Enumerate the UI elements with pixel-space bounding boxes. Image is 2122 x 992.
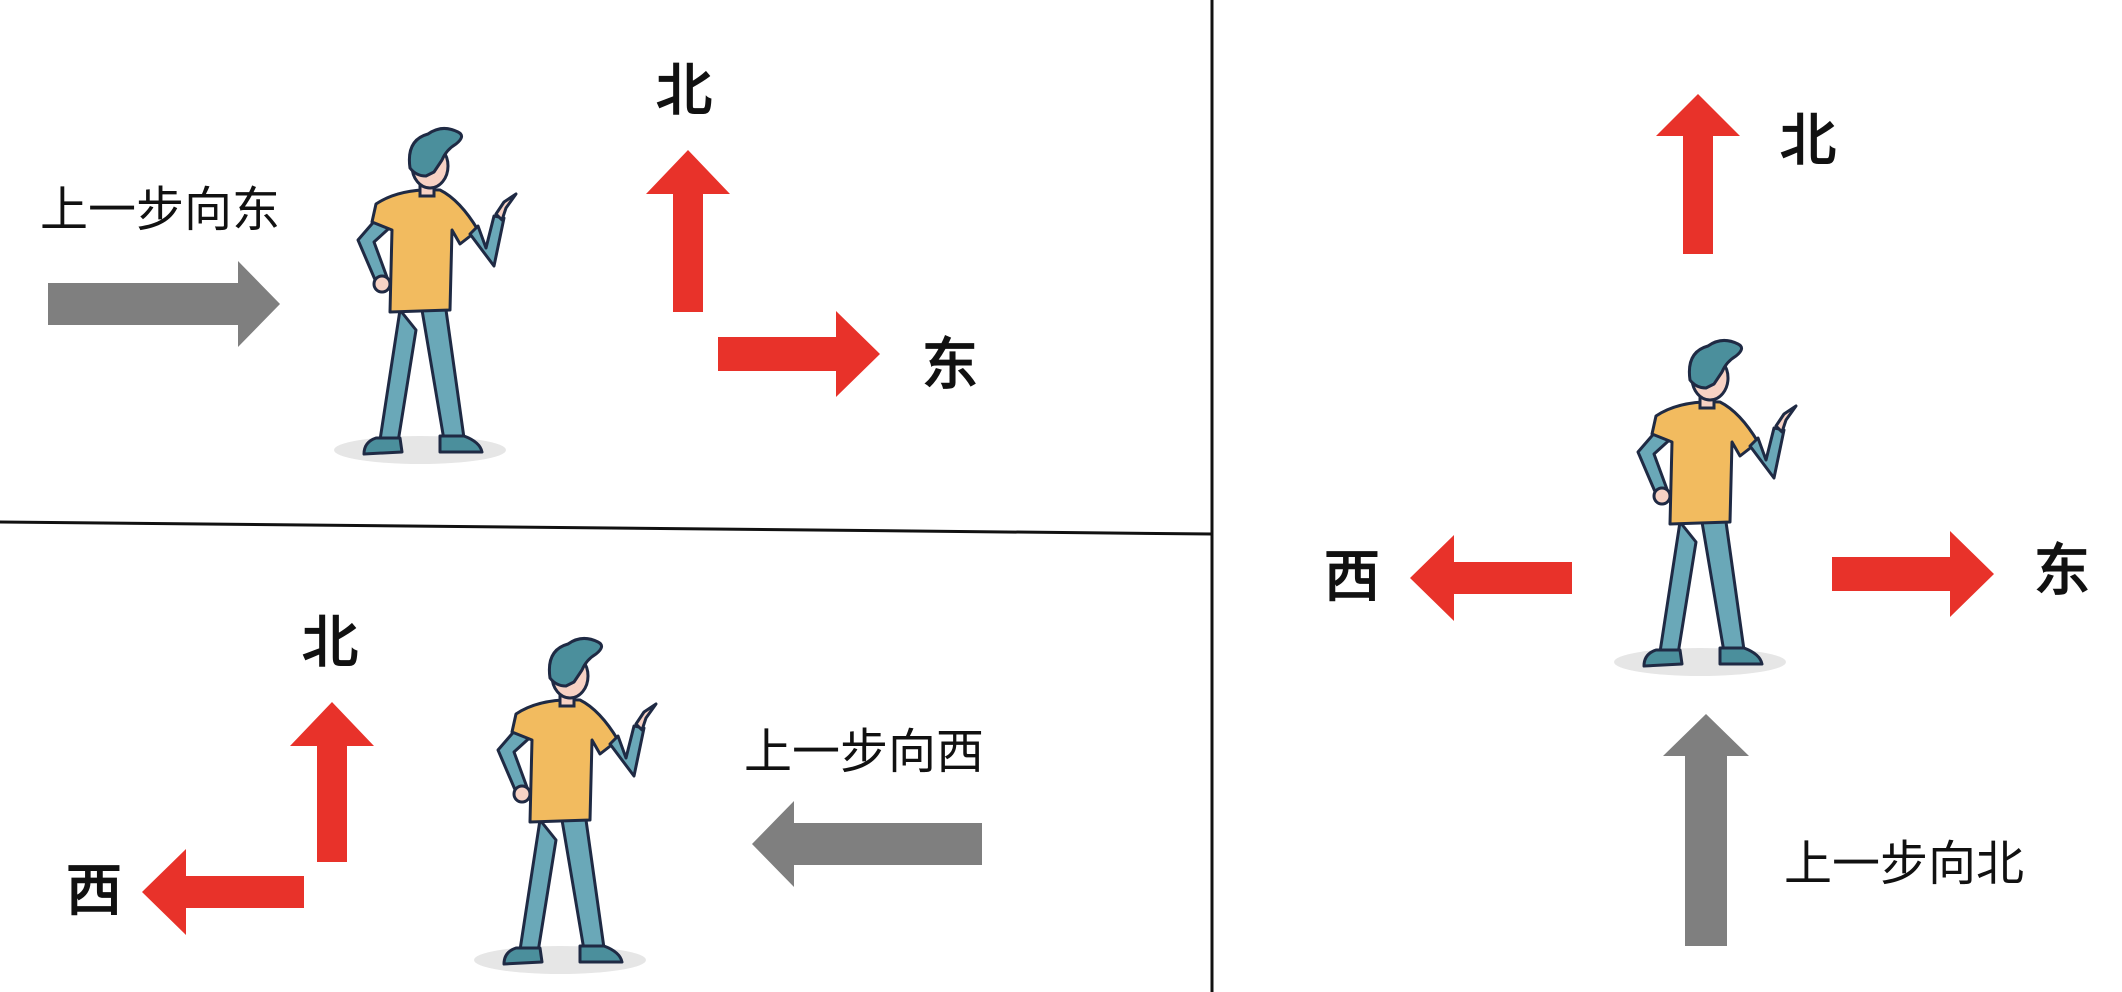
previous-step-label: 上一步向北 [1784, 836, 2024, 892]
previous-step-label: 上一步向东 [40, 182, 280, 238]
north-arrow-up-icon [646, 150, 730, 312]
north-label: 北 [302, 611, 358, 676]
west-arrow-left-icon [142, 849, 304, 935]
previous-step-arrow-left-icon [752, 801, 982, 887]
previous-step-label: 上一步向西 [744, 724, 984, 780]
east-label: 东 [922, 333, 978, 398]
standing-person-pointing-icon [332, 126, 518, 466]
west-arrow-left-icon [1410, 535, 1572, 621]
west-label: 西 [66, 859, 122, 924]
north-label: 北 [1780, 109, 1836, 174]
panel-bottom-left: 北 西 上一步向西 [66, 611, 984, 976]
previous-step-arrow-up-icon [1663, 714, 1749, 946]
east-arrow-right-icon [718, 311, 880, 397]
north-label: 北 [656, 59, 712, 124]
standing-person-pointing-icon [1612, 338, 1798, 678]
east-label: 东 [2034, 539, 2090, 604]
north-arrow-up-icon [290, 702, 374, 862]
previous-step-arrow-right-icon [48, 261, 280, 347]
horizontal-divider [0, 520, 1213, 536]
north-arrow-up-icon [1656, 94, 1740, 254]
panel-right: 北 西 东 上一步向北 [1324, 94, 2090, 946]
standing-person-pointing-icon [472, 636, 658, 976]
west-label: 西 [1324, 545, 1380, 610]
direction-diagram: 上一步向东 北 东 北 西 上一步向西 北 西 东 上一步向北 [0, 0, 2090, 992]
east-arrow-right-icon [1832, 531, 1994, 617]
panel-top-left: 上一步向东 北 东 [40, 59, 978, 466]
